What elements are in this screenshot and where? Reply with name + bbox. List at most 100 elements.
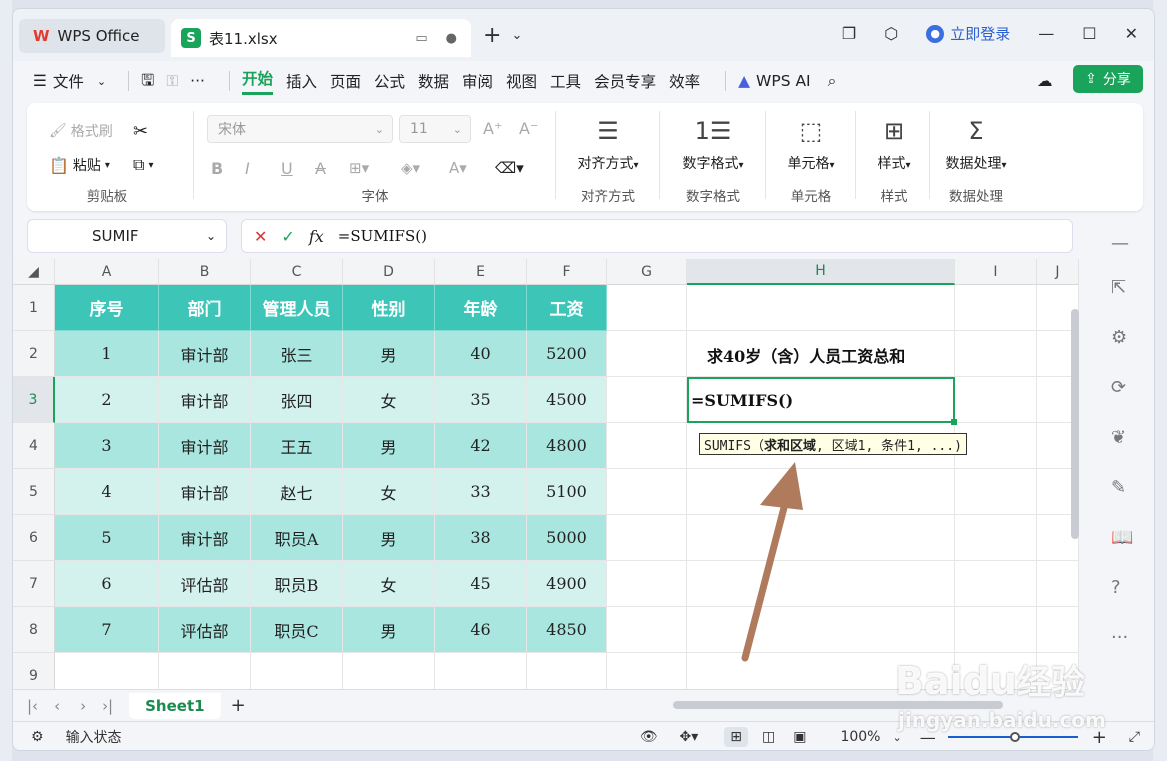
- table-cell[interactable]: 赵七: [251, 469, 343, 515]
- table-cell[interactable]: 审计部: [159, 377, 251, 423]
- column-header-a[interactable]: A: [55, 259, 159, 285]
- column-header-g[interactable]: G: [607, 259, 687, 285]
- cell[interactable]: [955, 561, 1037, 607]
- menu-efficiency[interactable]: 效率: [669, 70, 700, 92]
- more-icon[interactable]: ···: [1111, 627, 1128, 648]
- cell[interactable]: [607, 607, 687, 653]
- monitor-icon[interactable]: ▭: [415, 31, 427, 46]
- table-cell[interactable]: 42: [435, 423, 527, 469]
- fill-handle[interactable]: [951, 419, 957, 425]
- last-sheet-icon[interactable]: ›|: [102, 697, 113, 715]
- table-cell[interactable]: 4: [55, 469, 159, 515]
- row-header-2[interactable]: 2: [13, 331, 55, 377]
- menu-formula[interactable]: 公式: [374, 70, 405, 92]
- cube-icon[interactable]: ⬡: [884, 24, 898, 43]
- chevron-down-icon[interactable]: ⌄: [892, 731, 901, 744]
- collapse-icon[interactable]: —: [1111, 233, 1129, 254]
- cell[interactable]: [251, 653, 343, 689]
- more-icon[interactable]: ···: [190, 72, 205, 90]
- cell[interactable]: [607, 377, 687, 423]
- key-icon[interactable]: ⚿: [166, 72, 178, 91]
- book-icon[interactable]: 📖: [1111, 527, 1133, 548]
- save-icon[interactable]: 🖫: [141, 68, 154, 95]
- menu-data[interactable]: 数据: [418, 70, 449, 92]
- zoom-level[interactable]: 100%: [840, 729, 880, 745]
- cell[interactable]: [955, 285, 1037, 331]
- cell[interactable]: [955, 423, 1037, 469]
- function-tooltip[interactable]: SUMIFS（ 求和区域, 区域1, 条件1, ...): [699, 433, 967, 455]
- table-cell[interactable]: 5: [55, 515, 159, 561]
- tab-file[interactable]: S 表11.xlsx ▭ ●: [171, 19, 471, 57]
- formula-input[interactable]: =SUMIFS(): [338, 227, 427, 245]
- copy-button[interactable]: ⧉ ▾: [133, 155, 153, 175]
- table-cell[interactable]: 3: [55, 423, 159, 469]
- fill-color-icon[interactable]: ◈▾: [401, 159, 420, 177]
- table-cell[interactable]: 2: [55, 377, 159, 423]
- menu-insert[interactable]: 插入: [286, 70, 317, 92]
- h2-note[interactable]: 求40岁（含）人员工资总和: [707, 343, 905, 367]
- table-cell[interactable]: 4900: [527, 561, 607, 607]
- column-header-d[interactable]: D: [343, 259, 435, 285]
- cell[interactable]: [607, 561, 687, 607]
- active-cell-editor[interactable]: =SUMIFS(): [687, 377, 955, 423]
- table-cell[interactable]: 张四: [251, 377, 343, 423]
- add-sheet-icon[interactable]: +: [231, 695, 246, 716]
- table-cell[interactable]: 4800: [527, 423, 607, 469]
- table-cell[interactable]: 4500: [527, 377, 607, 423]
- cell[interactable]: [1037, 607, 1079, 653]
- menu-home[interactable]: 开始: [241, 67, 273, 95]
- table-cell[interactable]: 5000: [527, 515, 607, 561]
- cell[interactable]: [955, 515, 1037, 561]
- menu-page[interactable]: 页面: [330, 70, 361, 92]
- table-cell[interactable]: 男: [343, 331, 435, 377]
- table-cell[interactable]: 7: [55, 607, 159, 653]
- table-cell[interactable]: 1: [55, 331, 159, 377]
- column-header-f[interactable]: F: [527, 259, 607, 285]
- table-cell[interactable]: 男: [343, 515, 435, 561]
- table-header-cell[interactable]: 管理人员: [251, 285, 343, 331]
- cell[interactable]: [687, 285, 955, 331]
- sheet-tab[interactable]: Sheet1: [129, 692, 221, 719]
- row-header-8[interactable]: 8: [13, 607, 55, 653]
- column-header-j[interactable]: J: [1037, 259, 1079, 285]
- cell[interactable]: [955, 607, 1037, 653]
- page-layout-icon[interactable]: ◫: [762, 729, 775, 745]
- menu-vip[interactable]: 会员专享: [594, 70, 656, 92]
- table-cell[interactable]: 33: [435, 469, 527, 515]
- cell[interactable]: [687, 469, 955, 515]
- strikethrough-icon[interactable]: A: [315, 159, 326, 178]
- menu-file[interactable]: 文件: [53, 70, 84, 92]
- next-sheet-icon[interactable]: ›: [80, 697, 86, 715]
- clear-format-icon[interactable]: ⌫▾: [495, 159, 524, 177]
- table-cell[interactable]: 评估部: [159, 561, 251, 607]
- row-header-6[interactable]: 6: [13, 515, 55, 561]
- cell[interactable]: [607, 285, 687, 331]
- font-size-select[interactable]: 11 ⌄: [399, 115, 471, 143]
- confirm-icon[interactable]: ✓: [281, 227, 294, 246]
- share-button[interactable]: ⇪ 分享: [1073, 65, 1143, 93]
- cell[interactable]: [687, 515, 955, 561]
- cell[interactable]: [607, 331, 687, 377]
- table-cell[interactable]: 4850: [527, 607, 607, 653]
- cell[interactable]: [955, 331, 1037, 377]
- table-cell[interactable]: 审计部: [159, 423, 251, 469]
- table-cell[interactable]: 女: [343, 561, 435, 607]
- table-cell[interactable]: 5200: [527, 331, 607, 377]
- cut-icon[interactable]: ✂: [133, 121, 148, 142]
- font-name-select[interactable]: 宋体 ⌄: [207, 115, 393, 143]
- table-header-cell[interactable]: 部门: [159, 285, 251, 331]
- row-header-4[interactable]: 4: [13, 423, 55, 469]
- table-cell[interactable]: 王五: [251, 423, 343, 469]
- minimize-icon[interactable]: —: [1038, 24, 1054, 43]
- cell[interactable]: [1037, 561, 1079, 607]
- font-grow-icon[interactable]: A⁺: [483, 119, 502, 138]
- maximize-icon[interactable]: ☐: [1082, 24, 1096, 43]
- move-icon[interactable]: ✥▾: [679, 729, 698, 745]
- table-header-cell[interactable]: 序号: [55, 285, 159, 331]
- table-cell[interactable]: 38: [435, 515, 527, 561]
- bold-icon[interactable]: B: [211, 159, 223, 178]
- table-cell[interactable]: 5100: [527, 469, 607, 515]
- table-cell[interactable]: 女: [343, 377, 435, 423]
- table-cell[interactable]: 职员A: [251, 515, 343, 561]
- cell[interactable]: [687, 607, 955, 653]
